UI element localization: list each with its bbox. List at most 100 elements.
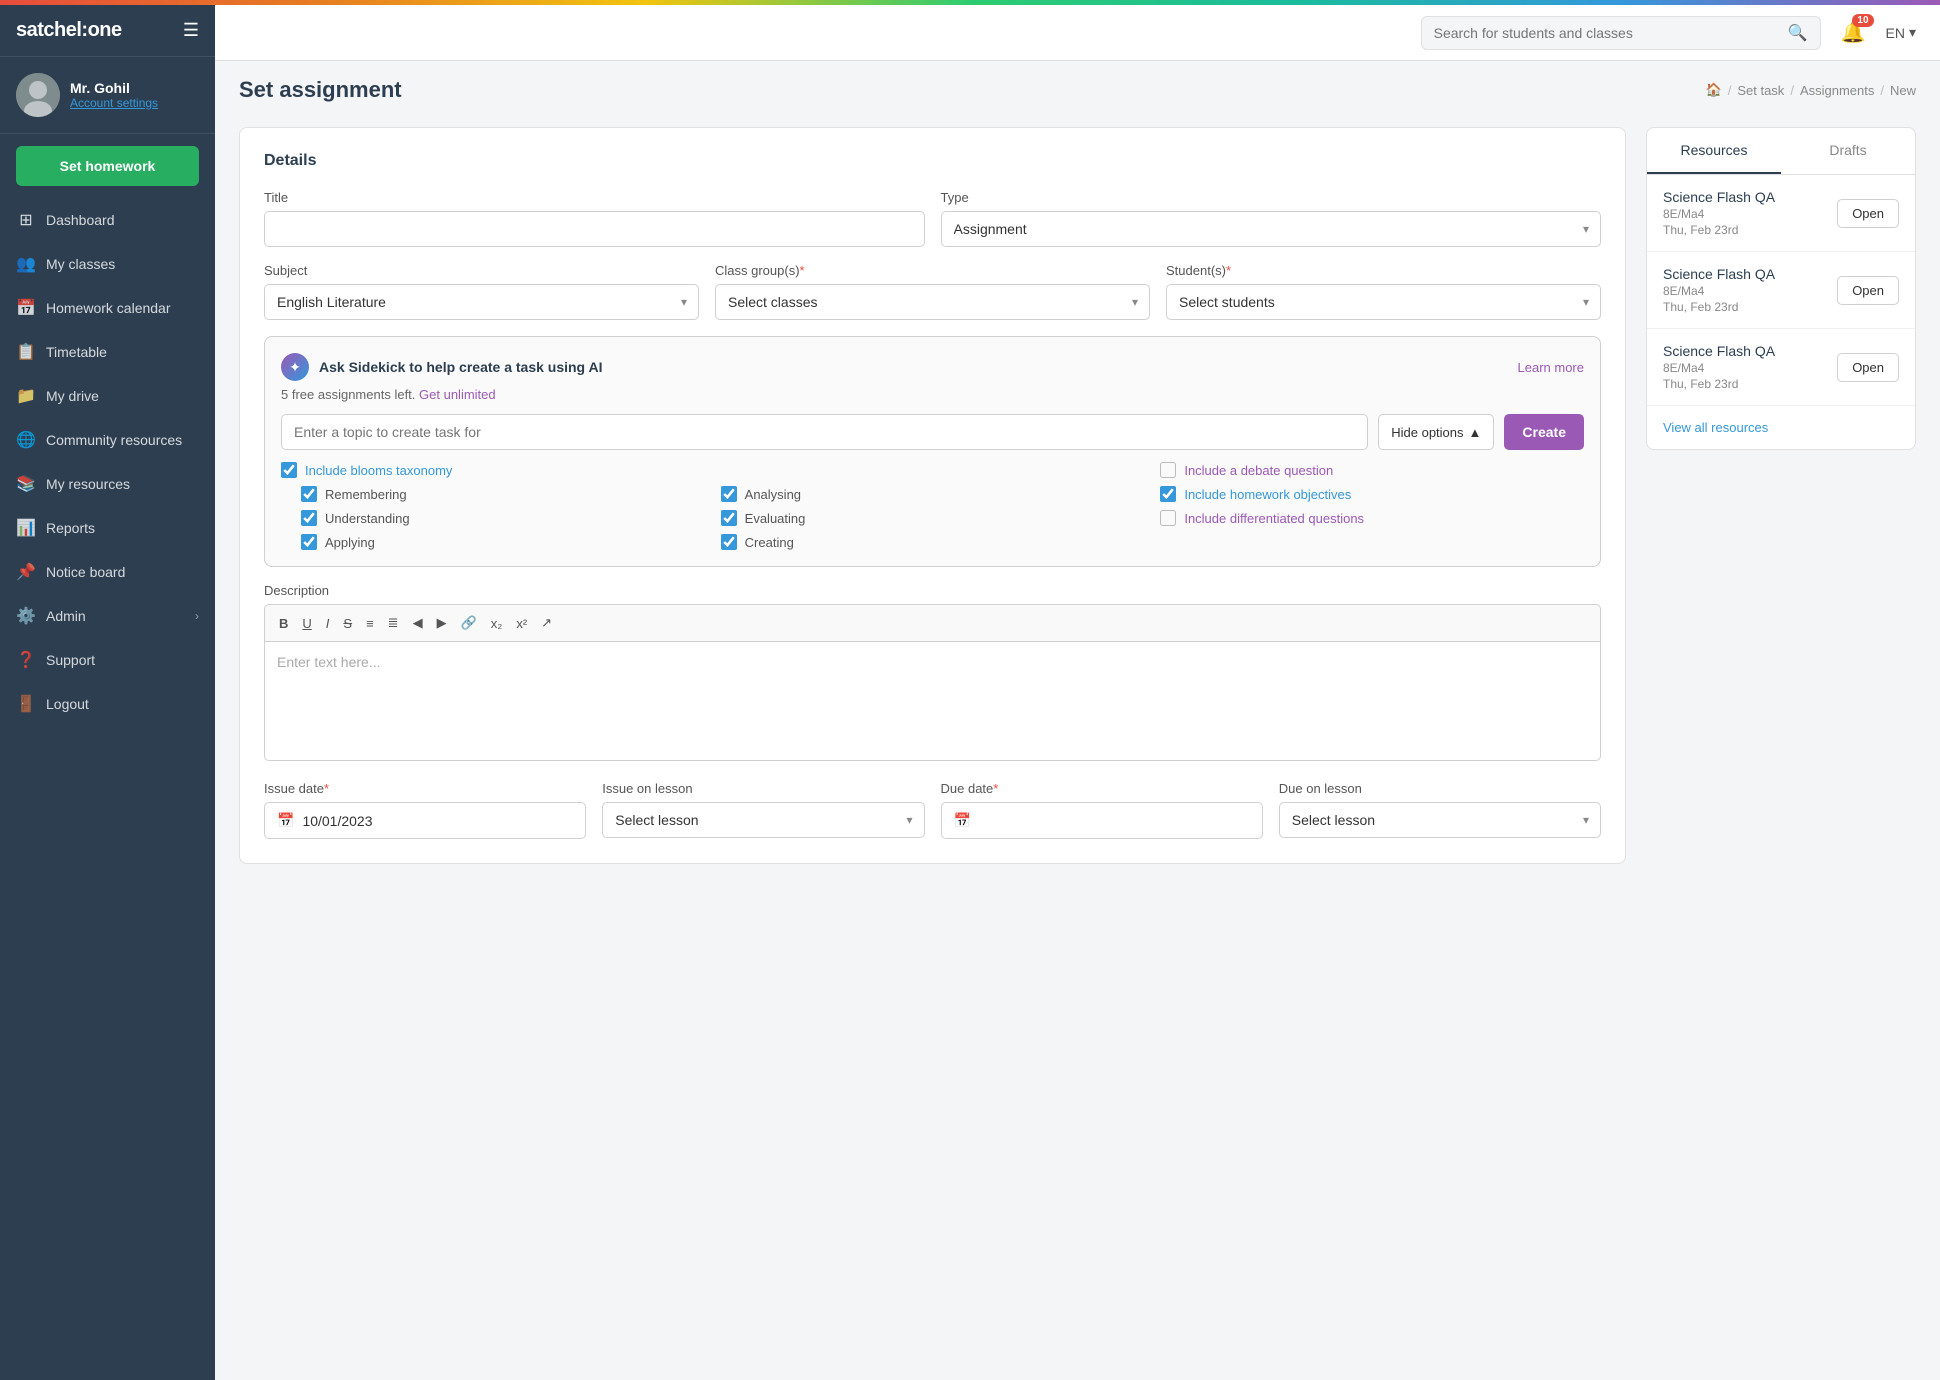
class-select[interactable]: Select classes xyxy=(715,284,1150,320)
dashboard-icon: ⊞ xyxy=(16,210,36,230)
resource-open-button-2[interactable]: Open xyxy=(1837,276,1899,305)
tab-drafts[interactable]: Drafts xyxy=(1781,128,1915,174)
account-settings-link[interactable]: Account settings xyxy=(70,96,158,110)
sidebar-item-label: Notice board xyxy=(46,564,199,580)
issue-lesson-select-wrapper: Select lesson xyxy=(602,802,924,838)
notification-button[interactable]: 🔔 10 xyxy=(1837,16,1870,49)
search-bar[interactable]: 🔍 xyxy=(1421,16,1821,50)
option-analysing[interactable]: Analysing xyxy=(721,486,1145,502)
view-all-resources-link[interactable]: View all resources xyxy=(1647,406,1915,449)
due-lesson-label: Due on lesson xyxy=(1279,781,1601,796)
sidebar-item-timetable[interactable]: 📋 Timetable xyxy=(0,330,215,374)
link-button[interactable]: 🔗 xyxy=(455,611,483,635)
issue-date-input[interactable] xyxy=(302,813,573,829)
expand-button[interactable]: ↗ xyxy=(535,611,558,635)
description-area[interactable]: Enter text here... xyxy=(264,641,1601,761)
resource-open-button-1[interactable]: Open xyxy=(1837,199,1899,228)
indent-button[interactable]: ▶ xyxy=(431,611,453,635)
sidebar-item-dashboard[interactable]: ⊞ Dashboard xyxy=(0,198,215,242)
ai-topic-input[interactable] xyxy=(281,414,1368,450)
analysing-checkbox[interactable] xyxy=(721,486,737,502)
option-remembering[interactable]: Remembering xyxy=(281,486,705,502)
option-creating[interactable]: Creating xyxy=(721,534,1145,550)
student-label: Student(s)* xyxy=(1166,263,1601,278)
due-date-input[interactable] xyxy=(979,813,1250,829)
my-classes-icon: 👥 xyxy=(16,254,36,274)
breadcrumb-set-task[interactable]: Set task xyxy=(1737,83,1784,98)
blooms-checkbox[interactable] xyxy=(281,462,297,478)
creating-checkbox[interactable] xyxy=(721,534,737,550)
sidebar-item-label: Homework calendar xyxy=(46,300,199,316)
option-understanding[interactable]: Understanding xyxy=(281,510,705,526)
top-header: 🔍 🔔 10 EN ▾ xyxy=(215,5,1940,61)
hw-objectives-checkbox[interactable] xyxy=(1160,486,1176,502)
set-homework-button[interactable]: Set homework xyxy=(16,146,199,186)
sidebar-item-homework-calendar[interactable]: 📅 Homework calendar xyxy=(0,286,215,330)
ai-learn-more-link[interactable]: Learn more xyxy=(1518,360,1584,375)
sidebar-item-reports[interactable]: 📊 Reports xyxy=(0,506,215,550)
resource-open-button-3[interactable]: Open xyxy=(1837,353,1899,382)
student-select[interactable]: Select students xyxy=(1166,284,1601,320)
ai-subtext: 5 free assignments left. Get unlimited xyxy=(281,387,1584,402)
option-applying[interactable]: Applying xyxy=(281,534,705,550)
strikethrough-button[interactable]: S xyxy=(337,612,358,635)
sidebar-item-my-classes[interactable]: 👥 My classes xyxy=(0,242,215,286)
option-diff-questions[interactable]: Include differentiated questions xyxy=(1160,510,1584,526)
sidebar-item-support[interactable]: ❓ Support xyxy=(0,638,215,682)
issue-date-wrapper[interactable]: 📅 xyxy=(264,802,586,839)
option-blooms[interactable]: Include blooms taxonomy xyxy=(281,462,705,478)
sidebar-item-logout[interactable]: 🚪 Logout xyxy=(0,682,215,726)
details-card: Details Title Type Assignment xyxy=(239,127,1626,864)
sidebar-item-community-resources[interactable]: 🌐 Community resources xyxy=(0,418,215,462)
sidebar-item-label: My resources xyxy=(46,476,199,492)
language-selector[interactable]: EN ▾ xyxy=(1886,24,1916,41)
title-input[interactable] xyxy=(264,211,925,247)
issue-lesson-select[interactable]: Select lesson xyxy=(602,802,924,838)
create-button[interactable]: Create xyxy=(1504,414,1584,450)
subject-select[interactable]: English Literature Mathematics Science xyxy=(264,284,699,320)
due-lesson-select-wrapper: Select lesson xyxy=(1279,802,1601,838)
understanding-checkbox[interactable] xyxy=(301,510,317,526)
superscript-button[interactable]: x² xyxy=(510,612,533,635)
bold-button[interactable]: B xyxy=(273,612,294,635)
search-input[interactable] xyxy=(1434,25,1780,41)
option-hw-objectives[interactable]: Include homework objectives xyxy=(1160,486,1584,502)
student-group: Student(s)* Select students xyxy=(1166,263,1601,320)
option-debate[interactable]: Include a debate question xyxy=(1160,462,1584,478)
hamburger-icon[interactable]: ☰ xyxy=(183,20,199,41)
ordered-list-button[interactable]: ≣ xyxy=(382,611,405,635)
homework-calendar-icon: 📅 xyxy=(16,298,36,318)
logout-icon: 🚪 xyxy=(16,694,36,714)
italic-button[interactable]: I xyxy=(320,612,336,635)
due-date-wrapper[interactable]: 📅 xyxy=(941,802,1263,839)
hide-options-button[interactable]: Hide options ▲ xyxy=(1378,414,1494,450)
sidebar-item-notice-board[interactable]: 📌 Notice board xyxy=(0,550,215,594)
sidebar-item-admin[interactable]: ⚙️ Admin › xyxy=(0,594,215,638)
home-icon[interactable]: 🏠 xyxy=(1706,82,1722,98)
breadcrumb-assignments[interactable]: Assignments xyxy=(1800,83,1874,98)
sidebar-item-my-resources[interactable]: 📚 My resources xyxy=(0,462,215,506)
underline-button[interactable]: U xyxy=(296,612,317,635)
resource-name: Science Flash QA xyxy=(1663,189,1775,205)
type-select[interactable]: Assignment Quiz Project Essay xyxy=(941,211,1602,247)
applying-checkbox[interactable] xyxy=(301,534,317,550)
get-unlimited-link[interactable]: Get unlimited xyxy=(419,387,496,402)
chevron-down-icon: ▾ xyxy=(1909,24,1916,41)
tab-resources[interactable]: Resources xyxy=(1647,128,1781,174)
main-content: Details Title Type Assignment xyxy=(215,103,1940,1380)
ai-options-grid: Include blooms taxonomy Include a debate… xyxy=(281,462,1584,550)
sidebar-logo: satchel:one ☰ xyxy=(0,5,215,57)
unordered-list-button[interactable]: ≡ xyxy=(360,612,380,635)
outdent-button[interactable]: ◀ xyxy=(407,611,429,635)
debate-checkbox-unchecked xyxy=(1160,462,1176,478)
subscript-button[interactable]: x₂ xyxy=(485,612,509,635)
option-evaluating[interactable]: Evaluating xyxy=(721,510,1145,526)
sidebar-item-label: Reports xyxy=(46,520,199,536)
user-section: Mr. Gohil Account settings xyxy=(0,57,215,134)
remembering-checkbox[interactable] xyxy=(301,486,317,502)
type-label: Type xyxy=(941,190,1602,205)
resource-meta1: 8E/Ma4 xyxy=(1663,361,1775,375)
evaluating-checkbox[interactable] xyxy=(721,510,737,526)
due-lesson-select[interactable]: Select lesson xyxy=(1279,802,1601,838)
sidebar-item-my-drive[interactable]: 📁 My drive xyxy=(0,374,215,418)
